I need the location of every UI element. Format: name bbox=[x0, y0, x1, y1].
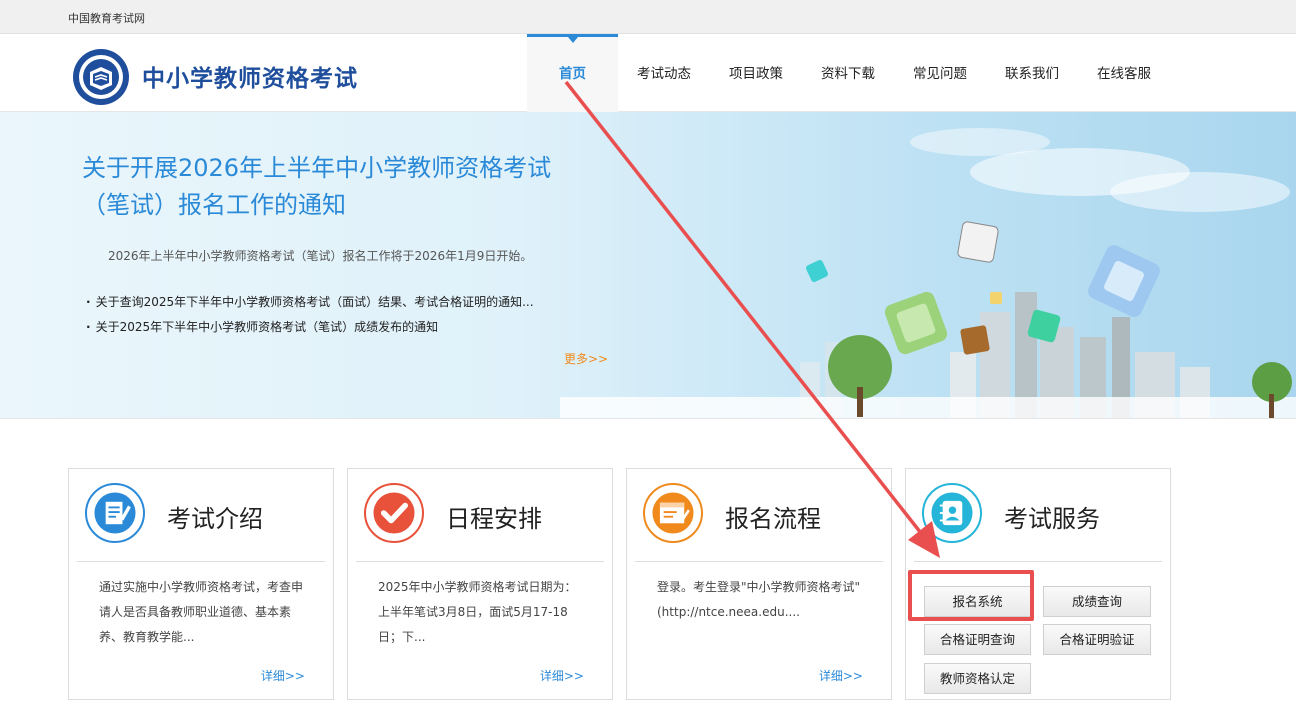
card-description: 2025年中小学教师资格考试日期为：上半年笔试3月8日，面试5月17-18日；下… bbox=[378, 580, 577, 644]
card-title: 报名流程 bbox=[725, 505, 821, 533]
card-schedule[interactable]: 日程安排 2025年中小学教师资格考试日期为：上半年笔试3月8日，面试5月17-… bbox=[347, 468, 613, 700]
hero-banner: 关于开展2026年上半年中小学教师资格考试（笔试）报名工作的通知 2026年上半… bbox=[0, 112, 1296, 419]
card-title: 考试服务 bbox=[1004, 505, 1100, 533]
card-title: 日程安排 bbox=[446, 505, 542, 533]
certificate-query-button[interactable]: 合格证明查询 bbox=[924, 624, 1031, 655]
card-detail-link[interactable]: 详细>> bbox=[819, 667, 863, 684]
news-item[interactable]: 关于查询2025年下半年中小学教师资格考试（面试）结果、考试合格证明的通知... bbox=[86, 290, 534, 315]
card-divider bbox=[356, 561, 604, 562]
nav-faq[interactable]: 常见问题 bbox=[894, 34, 986, 112]
card-divider bbox=[77, 561, 325, 562]
registration-form-icon bbox=[643, 483, 703, 543]
card-exam-intro[interactable]: 考试介绍 通过实施中小学教师资格考试，考查申请人是否具备教师职业道德、基本素养、… bbox=[68, 468, 334, 700]
card-detail-link[interactable]: 详细>> bbox=[261, 667, 305, 684]
nav-online-service[interactable]: 在线客服 bbox=[1078, 34, 1170, 112]
main-nav: 首页 考试动态 项目政策 资料下载 常见问题 联系我们 在线客服 bbox=[527, 34, 1170, 112]
banner-summary: 2026年上半年中小学教师资格考试（笔试）报名工作将于2026年1月9日开始。 bbox=[108, 249, 533, 263]
nav-downloads[interactable]: 资料下载 bbox=[802, 34, 894, 112]
card-divider bbox=[635, 561, 883, 562]
address-book-icon bbox=[922, 483, 982, 543]
card-detail-link[interactable]: 详细>> bbox=[540, 667, 584, 684]
certificate-verify-button[interactable]: 合格证明验证 bbox=[1043, 624, 1151, 655]
score-query-button[interactable]: 成绩查询 bbox=[1043, 586, 1151, 617]
card-description: 通过实施中小学教师资格考试，考查申请人是否具备教师职业道德、基本素养、教育教学能… bbox=[99, 580, 304, 644]
card-title: 考试介绍 bbox=[167, 505, 263, 533]
teacher-certification-button[interactable]: 教师资格认定 bbox=[924, 663, 1031, 694]
nav-exam-news[interactable]: 考试动态 bbox=[618, 34, 710, 112]
city-cubes-illustration bbox=[560, 128, 1296, 418]
card-divider bbox=[914, 561, 1162, 562]
nav-contact[interactable]: 联系我们 bbox=[986, 34, 1078, 112]
edit-document-icon bbox=[85, 483, 145, 543]
highlight-box bbox=[908, 570, 1034, 621]
banner-headline[interactable]: 关于开展2026年上半年中小学教师资格考试（笔试）报名工作的通知 bbox=[82, 150, 592, 224]
banner-news-list: 关于查询2025年下半年中小学教师资格考试（面试）结果、考试合格证明的通知...… bbox=[86, 290, 534, 340]
logo-emblem-icon[interactable] bbox=[72, 48, 130, 106]
news-item[interactable]: 关于2025年下半年中小学教师资格考试（笔试）成绩发布的通知 bbox=[86, 315, 534, 340]
card-description: 登录。考生登录"中小学教师资格考试"(http://ntce.neea.edu.… bbox=[657, 580, 861, 619]
nav-home[interactable]: 首页 bbox=[527, 34, 618, 112]
top-bar: 中国教育考试网 bbox=[0, 0, 1296, 34]
nav-policy[interactable]: 项目政策 bbox=[710, 34, 802, 112]
checkmark-icon bbox=[364, 483, 424, 543]
card-registration-process[interactable]: 报名流程 登录。考生登录"中小学教师资格考试"(http://ntce.neea… bbox=[626, 468, 892, 700]
site-title[interactable]: 中小学教师资格考试 bbox=[142, 59, 358, 93]
site-header: 中小学教师资格考试 首页 考试动态 项目政策 资料下载 常见问题 联系我们 在线… bbox=[0, 34, 1296, 112]
neea-site-link[interactable]: 中国教育考试网 bbox=[68, 10, 145, 26]
